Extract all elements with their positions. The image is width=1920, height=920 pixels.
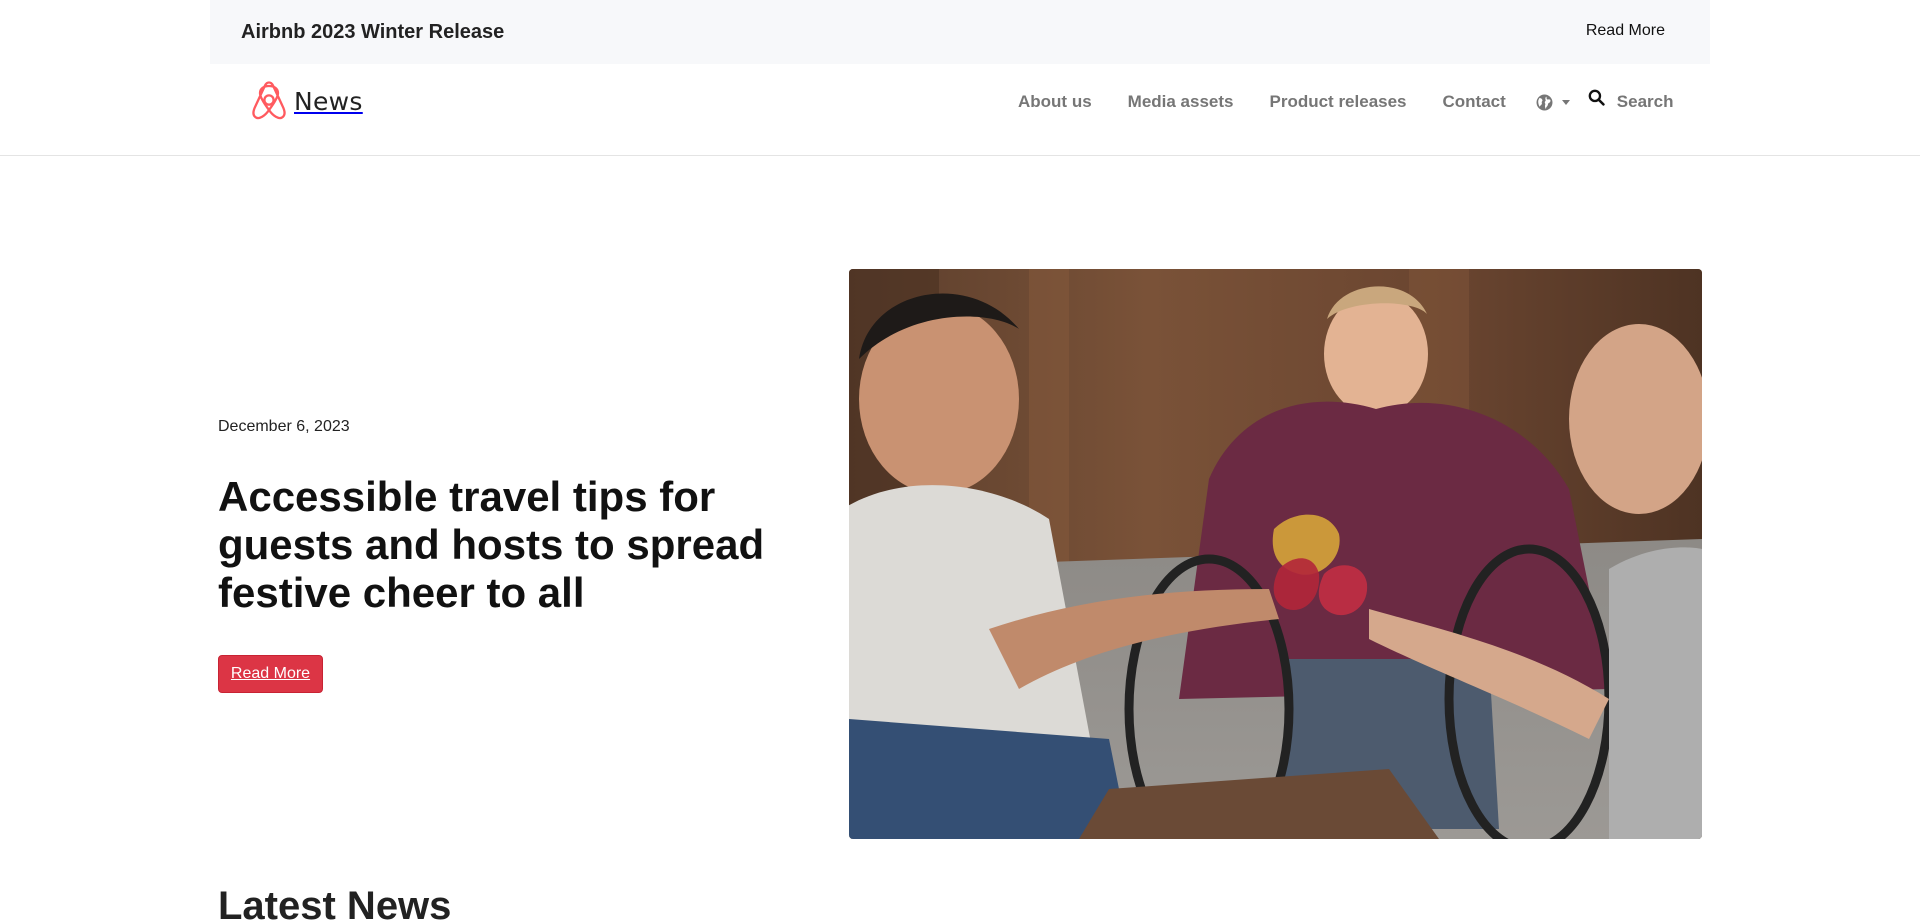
nav-item-product-releases[interactable]: Product releases xyxy=(1270,92,1407,112)
brand-home-link[interactable]: News xyxy=(251,80,363,122)
globe-icon xyxy=(1536,94,1553,110)
hero-title: Accessible travel tips for guests and ho… xyxy=(218,473,765,616)
nav-item-contact[interactable]: Contact xyxy=(1443,92,1506,112)
banner-read-more-link[interactable]: Read More xyxy=(1586,22,1665,40)
chevron-down-icon xyxy=(1561,99,1570,105)
nav-item-media-assets[interactable]: Media assets xyxy=(1128,92,1234,112)
hero-date: December 6, 2023 xyxy=(218,418,350,435)
search-icon xyxy=(1588,89,1605,106)
search-label: Search xyxy=(1616,92,1674,111)
primary-nav: About us Media assets Product releases C… xyxy=(1018,64,1674,140)
banner-title: Airbnb 2023 Winter Release xyxy=(241,20,505,43)
search-button[interactable]: Search xyxy=(1588,89,1674,112)
latest-news-heading: Latest News xyxy=(218,884,452,920)
nav-item-about-us[interactable]: About us xyxy=(1018,92,1092,112)
language-dropdown[interactable] xyxy=(1536,94,1570,111)
hero-read-more-button[interactable]: Read More xyxy=(218,655,323,693)
announcement-banner: Airbnb 2023 Winter Release Read More xyxy=(210,0,1710,64)
hero-photo-illustration xyxy=(849,269,1702,839)
main-navbar: News About us Media assets Product relea… xyxy=(0,64,1920,156)
hero-image[interactable] xyxy=(849,269,1702,839)
airbnb-logo-icon xyxy=(252,81,286,120)
brand-name: News xyxy=(294,86,363,116)
